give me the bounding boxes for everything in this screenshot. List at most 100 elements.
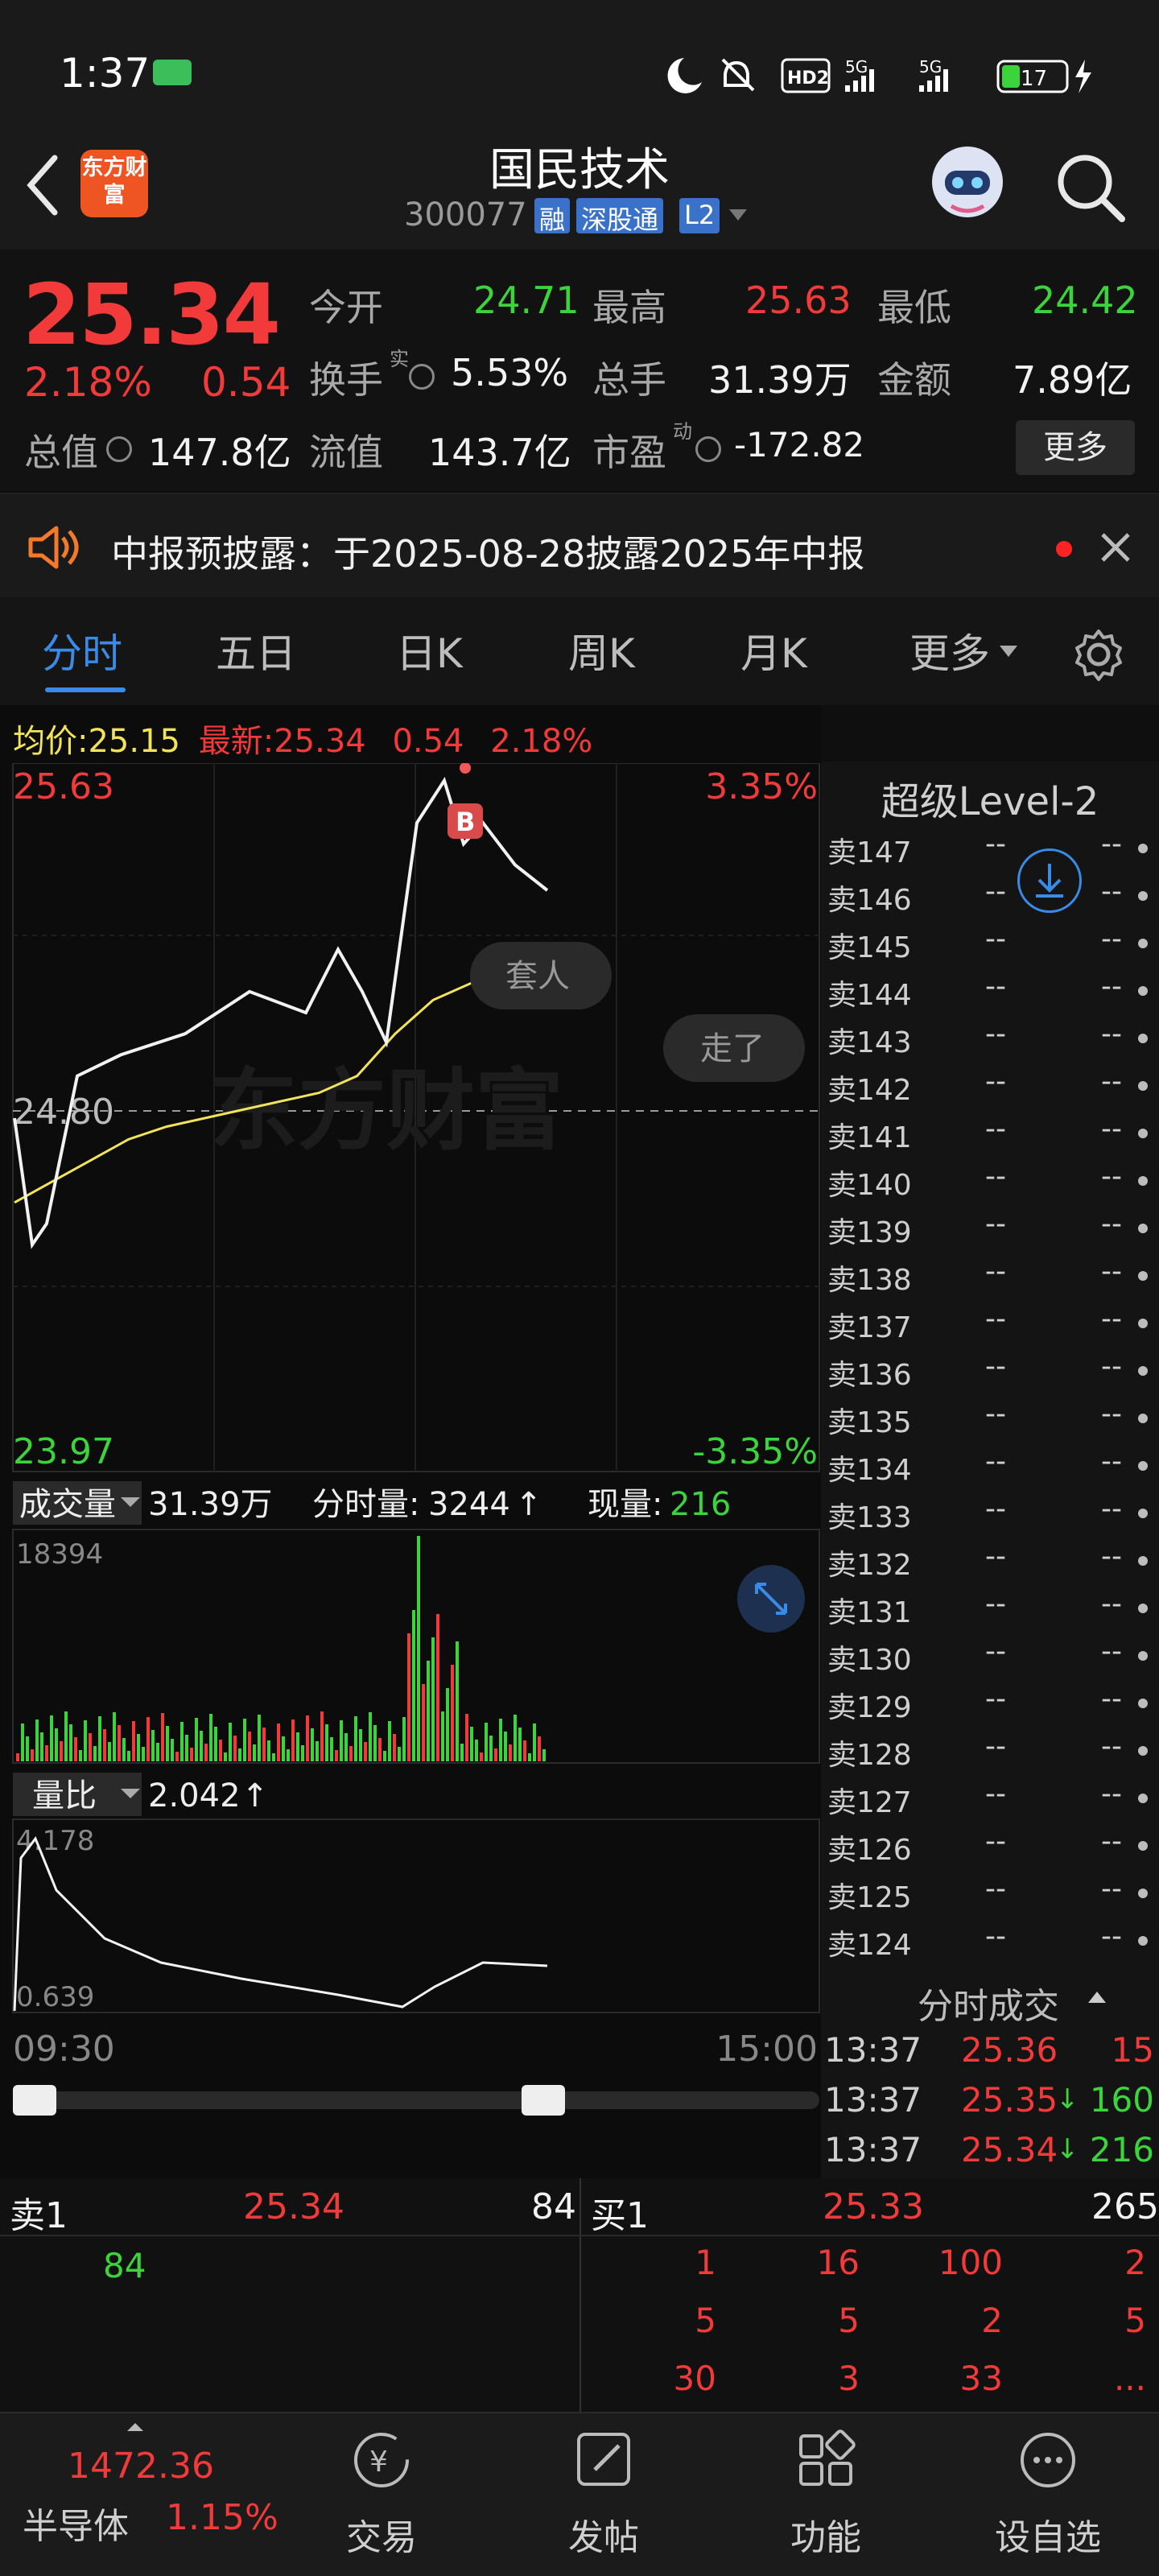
level2-ask-row: 卖135 -- -- xyxy=(827,1393,1149,1440)
volume-bar xyxy=(509,1744,512,1761)
ask-qty: -- xyxy=(1101,875,1122,908)
tab-intraday[interactable]: 分时 xyxy=(42,621,122,679)
buy-order-qty: 100 xyxy=(938,2243,1003,2282)
ask-level-label: 卖141 xyxy=(827,1121,912,1154)
trades-title[interactable]: 分时成交 xyxy=(918,1977,1059,2029)
nav-add-watchlist[interactable]: 设自选 xyxy=(967,2429,1128,2560)
app-notification-icon xyxy=(153,60,192,85)
open-value: 24.71 xyxy=(473,279,580,322)
tick-volume: 3244 xyxy=(428,1486,510,1523)
ask-dot-icon xyxy=(1138,1746,1148,1756)
trade-price: 25.36 xyxy=(961,2030,1058,2070)
ask-price: -- xyxy=(985,1540,1006,1573)
scroll-handle-left[interactable] xyxy=(13,2085,56,2116)
volume-bar xyxy=(243,1719,246,1761)
tab-five-day[interactable]: 五日 xyxy=(216,621,296,679)
ask-price: -- xyxy=(985,1445,1006,1478)
volume-bar xyxy=(277,1724,280,1761)
buy1-qty: 265 xyxy=(1091,2186,1159,2227)
high-value: 25.63 xyxy=(745,279,852,322)
volume-bar xyxy=(316,1741,319,1761)
trade-volume: 160 xyxy=(1089,2080,1154,2120)
stock-header: 东方财富 国民技术 300077 融 深股通 L2 xyxy=(0,121,1159,250)
volume-bar xyxy=(40,1732,43,1761)
volume-bar xyxy=(499,1719,502,1761)
ask-price: -- xyxy=(985,1492,1006,1525)
sell1-price: 25.34 xyxy=(243,2186,344,2227)
volume-bar xyxy=(180,1722,184,1761)
ask-dot-icon xyxy=(1138,1271,1148,1281)
tab-more[interactable]: 更多 xyxy=(909,621,990,679)
intraday-chart[interactable]: 东方财富 25.63 3.35% 24.80 23.97 -3.35% B 套人… xyxy=(0,763,821,2180)
ask-qty: -- xyxy=(1101,828,1122,861)
volume-bar xyxy=(407,1633,410,1761)
volume-bar xyxy=(383,1751,386,1761)
nav-post[interactable]: 发帖 xyxy=(523,2429,684,2560)
info-icon[interactable] xyxy=(695,436,721,462)
tab-daily-k[interactable]: 日K xyxy=(396,621,463,679)
ratio-value: 2.042 xyxy=(148,1777,241,1814)
info-icon[interactable] xyxy=(409,364,435,390)
download-button[interactable] xyxy=(1017,848,1082,913)
ask-qty: -- xyxy=(1101,1445,1122,1478)
ask-dot-icon xyxy=(1138,939,1148,948)
volume-bar xyxy=(98,1716,101,1761)
ask-price: -- xyxy=(985,1302,1006,1335)
volume-bar xyxy=(287,1749,290,1761)
info-icon[interactable] xyxy=(106,436,132,462)
level2-ask-row: 卖124 -- -- xyxy=(827,1915,1149,1963)
status-time: 1:37 xyxy=(60,50,151,97)
volume-bar xyxy=(224,1752,227,1761)
search-icon[interactable] xyxy=(1054,151,1127,224)
scroll-handle-right[interactable] xyxy=(522,2085,565,2116)
index-ticker[interactable]: 1472.36 半导体 1.15% xyxy=(0,2413,278,2576)
ask-level-label: 卖144 xyxy=(827,979,912,1012)
ask-qty: -- xyxy=(1101,1113,1122,1146)
ask-level-label: 卖143 xyxy=(827,1026,912,1059)
volume-bar xyxy=(142,1747,145,1761)
change-amount: 0.54 xyxy=(201,359,291,406)
volume-bar xyxy=(31,1749,34,1761)
svg-text:↑: ↑ xyxy=(241,1777,269,1814)
level2-ask-row: 卖144 -- -- xyxy=(827,965,1149,1013)
more-button[interactable]: 更多 xyxy=(1016,420,1135,475)
volume-bar xyxy=(204,1744,208,1761)
volume-bar xyxy=(504,1732,507,1761)
ask-dot-icon xyxy=(1138,1699,1148,1708)
chevron-up-icon xyxy=(127,2423,143,2431)
level2-ask-row: 卖125 -- -- xyxy=(827,1868,1149,1915)
nav-trade[interactable]: ¥ 交易 xyxy=(301,2429,462,2560)
ask-level-label: 卖131 xyxy=(827,1596,912,1629)
float-value: 143.7亿 xyxy=(428,431,571,474)
volume-bar xyxy=(480,1752,483,1761)
ask-dot-icon xyxy=(1138,1034,1148,1043)
tab-monthly-k[interactable]: 月K xyxy=(740,621,807,679)
close-icon[interactable] xyxy=(1099,531,1132,564)
more-dots-icon xyxy=(1021,2433,1075,2487)
volume-bar xyxy=(229,1723,232,1761)
volume-bar xyxy=(151,1730,155,1761)
pe-value: -172.82 xyxy=(734,425,865,464)
settings-gear-icon[interactable] xyxy=(1070,626,1127,683)
level2-panel: 超级Level-2 卖147 -- -- 卖146 -- -- 卖145 -- -- 卖144 --… xyxy=(821,762,1159,2178)
time-scrollbar[interactable] xyxy=(13,2091,819,2109)
nav-functions[interactable]: 功能 xyxy=(745,2429,906,2560)
ask-qty: -- xyxy=(1101,1350,1122,1383)
robot-avatar-icon[interactable] xyxy=(927,142,1008,222)
ask-level-label: 卖137 xyxy=(827,1311,912,1344)
notice-bar[interactable]: 中报预披露：于2025-08-28披露2025年中报 xyxy=(0,493,1159,597)
ask-dot-icon xyxy=(1138,1509,1148,1518)
volume-bar xyxy=(21,1724,24,1761)
volume-bar xyxy=(55,1728,58,1761)
level2-ask-row: 卖136 -- -- xyxy=(827,1345,1149,1393)
ask-price: -- xyxy=(985,1065,1006,1098)
tab-weekly-k[interactable]: 周K xyxy=(568,621,635,679)
speaker-icon xyxy=(28,526,79,569)
buy-order-qty: 30 xyxy=(673,2359,716,2398)
volume-bar xyxy=(282,1736,285,1761)
buy-order-qty: 33 xyxy=(959,2359,1003,2398)
chevron-down-icon[interactable] xyxy=(728,208,749,224)
ask-dot-icon xyxy=(1138,1461,1148,1471)
volume-bar xyxy=(335,1750,338,1761)
ask-price: -- xyxy=(985,1872,1006,1905)
